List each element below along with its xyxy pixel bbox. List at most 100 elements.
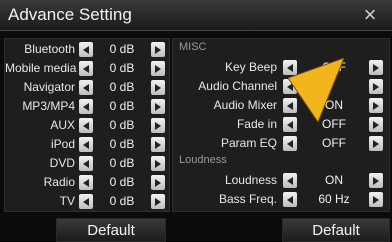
source-row-mobile-media: Mobile media 0 dB — [5, 60, 169, 78]
decrease-button[interactable] — [283, 136, 297, 151]
source-value: 0 dB — [109, 156, 135, 170]
misc-row-param-eq: Param EQ OFF — [173, 135, 389, 153]
setting-label: Bass Freq. — [218, 192, 277, 206]
increase-button[interactable] — [151, 42, 165, 57]
source-label: DVD — [49, 156, 75, 170]
right-arrow-icon — [373, 101, 379, 110]
source-value: 0 dB — [109, 99, 135, 113]
source-row-radio: Radio 0 dB — [5, 174, 169, 192]
increase-button[interactable] — [151, 194, 165, 209]
source-row-dvd: DVD 0 dB — [5, 155, 169, 173]
left-arrow-icon — [83, 159, 89, 168]
misc-section-label: MISC — [179, 41, 207, 53]
decrease-button[interactable] — [79, 118, 93, 133]
right-arrow-icon — [155, 102, 161, 111]
right-arrow-icon — [373, 195, 379, 204]
decrease-button[interactable] — [79, 137, 93, 152]
right-arrow-icon — [373, 120, 379, 129]
close-icon[interactable]: × — [358, 2, 382, 27]
right-arrow-icon — [155, 83, 161, 92]
left-arrow-icon — [83, 121, 89, 130]
left-arrow-icon — [287, 139, 293, 148]
increase-button[interactable] — [369, 60, 383, 75]
source-row-ipod: iPod 0 dB — [5, 136, 169, 154]
setting-value: OFF — [322, 136, 346, 150]
left-arrow-icon — [83, 140, 89, 149]
source-value: 0 dB — [109, 137, 135, 151]
decrease-button[interactable] — [79, 61, 93, 76]
page-title: Advance Setting — [8, 5, 132, 24]
left-arrow-icon — [83, 178, 89, 187]
right-arrow-icon — [373, 63, 379, 72]
right-arrow-icon — [373, 82, 379, 91]
misc-row-audio-mixer: Audio Mixer ON — [173, 97, 389, 115]
setting-label: Audio Mixer — [213, 98, 277, 112]
left-arrow-icon — [83, 83, 89, 92]
source-value: 0 dB — [109, 118, 135, 132]
default-button-left[interactable]: Default — [56, 218, 166, 242]
right-arrow-icon — [155, 121, 161, 130]
source-label: Bluetooth — [24, 42, 75, 56]
increase-button[interactable] — [151, 118, 165, 133]
increase-button[interactable] — [369, 98, 383, 113]
title-bar: Advance Setting × — [0, 0, 392, 31]
increase-button[interactable] — [151, 99, 165, 114]
left-arrow-icon — [83, 64, 89, 73]
misc-loudness-panel: MISC Key Beep OFF Audio Channel Audio Mi… — [172, 38, 390, 212]
source-label: Mobile media — [5, 61, 77, 75]
right-arrow-icon — [373, 139, 379, 148]
increase-button[interactable] — [151, 175, 165, 190]
decrease-button[interactable] — [79, 80, 93, 95]
increase-button[interactable] — [151, 61, 165, 76]
setting-label: Loudness — [224, 173, 277, 187]
source-row-navigator: Navigator 0 dB — [5, 79, 169, 97]
misc-row-audio-channel: Audio Channel — [173, 78, 389, 96]
source-value: 0 dB — [109, 80, 135, 94]
decrease-button[interactable] — [283, 192, 297, 207]
right-arrow-icon — [155, 159, 161, 168]
advance-setting-screen: Advance Setting × Bluetooth 0 dB Mobile … — [0, 0, 392, 242]
increase-button[interactable] — [369, 117, 383, 132]
decrease-button[interactable] — [79, 99, 93, 114]
increase-button[interactable] — [369, 136, 383, 151]
decrease-button[interactable] — [79, 156, 93, 171]
setting-label: Key Beep — [224, 60, 277, 74]
setting-label: Fade in — [236, 117, 277, 131]
increase-button[interactable] — [151, 156, 165, 171]
left-arrow-icon — [83, 102, 89, 111]
source-row-aux: AUX 0 dB — [5, 117, 169, 135]
source-label: AUX — [50, 118, 75, 132]
source-label: iPod — [50, 137, 75, 151]
increase-button[interactable] — [151, 137, 165, 152]
decrease-button[interactable] — [79, 175, 93, 190]
setting-value: ON — [325, 173, 343, 187]
loudness-row-loudness: Loudness ON — [173, 172, 389, 190]
source-label: Navigator — [23, 80, 75, 94]
loudness-section-label: Loudness — [179, 154, 227, 166]
pointer-cursor-icon — [288, 58, 344, 122]
source-value: 0 dB — [109, 61, 135, 75]
source-row-mp3-mp4: MP3/MP4 0 dB — [5, 98, 169, 116]
source-label: MP3/MP4 — [22, 99, 75, 113]
left-arrow-icon — [83, 197, 89, 206]
right-arrow-icon — [155, 45, 161, 54]
source-value: 0 dB — [109, 194, 135, 208]
increase-button[interactable] — [151, 80, 165, 95]
right-arrow-icon — [155, 64, 161, 73]
increase-button[interactable] — [369, 192, 383, 207]
source-value: 0 dB — [109, 175, 135, 189]
source-value: 0 dB — [109, 42, 135, 56]
default-button-right[interactable]: Default — [282, 218, 390, 242]
increase-button[interactable] — [369, 173, 383, 188]
increase-button[interactable] — [369, 79, 383, 94]
decrease-button[interactable] — [283, 173, 297, 188]
misc-row-key-beep: Key Beep OFF — [173, 59, 389, 77]
source-label: Radio — [43, 175, 75, 189]
left-arrow-icon — [83, 45, 89, 54]
decrease-button[interactable] — [79, 42, 93, 57]
setting-label: Audio Channel — [198, 79, 277, 93]
right-arrow-icon — [155, 140, 161, 149]
decrease-button[interactable] — [79, 194, 93, 209]
misc-row-fade-in: Fade in OFF — [173, 116, 389, 134]
right-arrow-icon — [155, 178, 161, 187]
